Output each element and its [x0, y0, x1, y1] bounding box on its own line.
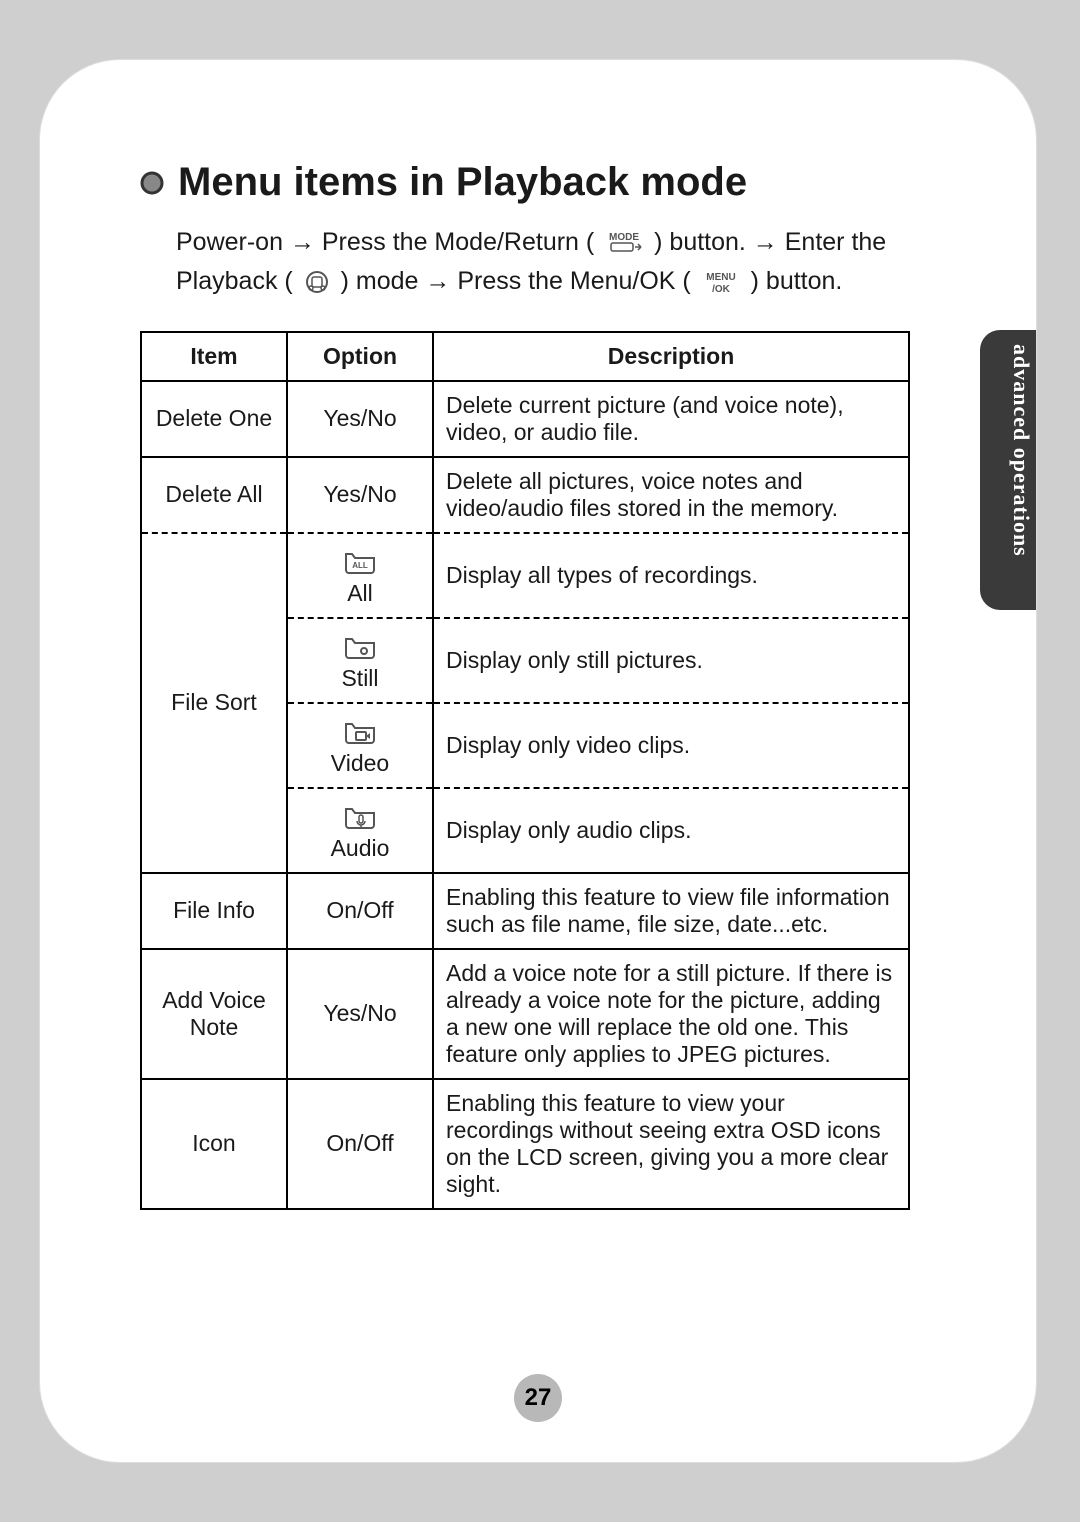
- cell-desc: Enabling this feature to view file infor…: [433, 873, 909, 949]
- page-frame: advanced operations Menu items in Playba…: [40, 60, 1036, 1462]
- bullet-icon: [140, 171, 164, 195]
- table-row: Delete All Yes/No Delete all pictures, v…: [141, 457, 909, 533]
- cell-option: Audio: [287, 788, 433, 873]
- cell-desc: Delete current picture (and voice note),…: [433, 381, 909, 457]
- section-heading: Menu items in Playback mode: [140, 160, 910, 205]
- cell-option: On/Off: [287, 1079, 433, 1209]
- menu-ok-icon: MENU /OK: [698, 268, 744, 296]
- cell-option: ALL All: [287, 533, 433, 618]
- cell-item: Add Voice Note: [141, 949, 287, 1079]
- svg-text:ALL: ALL: [352, 561, 368, 570]
- svg-text:/OK: /OK: [712, 284, 731, 295]
- svg-text:MODE: MODE: [609, 232, 639, 243]
- table-header-row: Item Option Description: [141, 332, 909, 381]
- col-option: Option: [287, 332, 433, 381]
- playback-icon: [300, 268, 334, 296]
- intro-text-1: Power-on → Press the Mode/Return (: [176, 228, 594, 256]
- cell-option: Video: [287, 703, 433, 788]
- svg-text:MENU: MENU: [706, 272, 735, 283]
- audio-clip-icon: [342, 799, 378, 831]
- menu-items-table: Item Option Description Delete One Yes/N…: [140, 331, 910, 1210]
- cell-desc: Display all types of recordings.: [433, 533, 909, 618]
- table-row: Delete One Yes/No Delete current picture…: [141, 381, 909, 457]
- page-number-value: 27: [514, 1374, 562, 1422]
- cell-desc: Display only video clips.: [433, 703, 909, 788]
- cell-item: File Sort: [141, 533, 287, 873]
- cell-option: Still: [287, 618, 433, 703]
- cell-desc: Display only still pictures.: [433, 618, 909, 703]
- cell-desc: Add a voice note for a still picture. If…: [433, 949, 909, 1079]
- intro-text-4: ) button.: [751, 267, 843, 295]
- cell-item: Delete All: [141, 457, 287, 533]
- side-tab-advanced-operations: advanced operations: [980, 330, 1036, 610]
- cell-desc: Display only audio clips.: [433, 788, 909, 873]
- col-item: Item: [141, 332, 287, 381]
- mode-return-icon: MODE: [601, 229, 647, 257]
- cell-item: Icon: [141, 1079, 287, 1209]
- all-files-icon: ALL: [342, 544, 378, 576]
- page-content: Menu items in Playback mode Power-on → P…: [140, 160, 910, 1210]
- still-picture-icon: [342, 629, 378, 661]
- table-row: File Info On/Off Enabling this feature t…: [141, 873, 909, 949]
- intro-text-3: ) mode → Press the Menu/OK (: [341, 267, 691, 295]
- cell-item: Delete One: [141, 381, 287, 457]
- cell-desc: Delete all pictures, voice notes and vid…: [433, 457, 909, 533]
- cell-option: On/Off: [287, 873, 433, 949]
- table-row: File Sort ALL All Display all types of r…: [141, 533, 909, 618]
- cell-item: File Info: [141, 873, 287, 949]
- heading-text: Menu items in Playback mode: [178, 160, 747, 205]
- cell-desc: Enabling this feature to view your recor…: [433, 1079, 909, 1209]
- table-row: Add Voice Note Yes/No Add a voice note f…: [141, 949, 909, 1079]
- table-row: Icon On/Off Enabling this feature to vie…: [141, 1079, 909, 1209]
- cell-option: Yes/No: [287, 457, 433, 533]
- page-number: 27: [40, 1374, 1036, 1422]
- video-clip-icon: [342, 714, 378, 746]
- intro-paragraph: Power-on → Press the Mode/Return ( MODE …: [176, 223, 910, 301]
- col-description: Description: [433, 332, 909, 381]
- side-tab-label: advanced operations: [1009, 344, 1034, 557]
- cell-option: Yes/No: [287, 381, 433, 457]
- cell-option: Yes/No: [287, 949, 433, 1079]
